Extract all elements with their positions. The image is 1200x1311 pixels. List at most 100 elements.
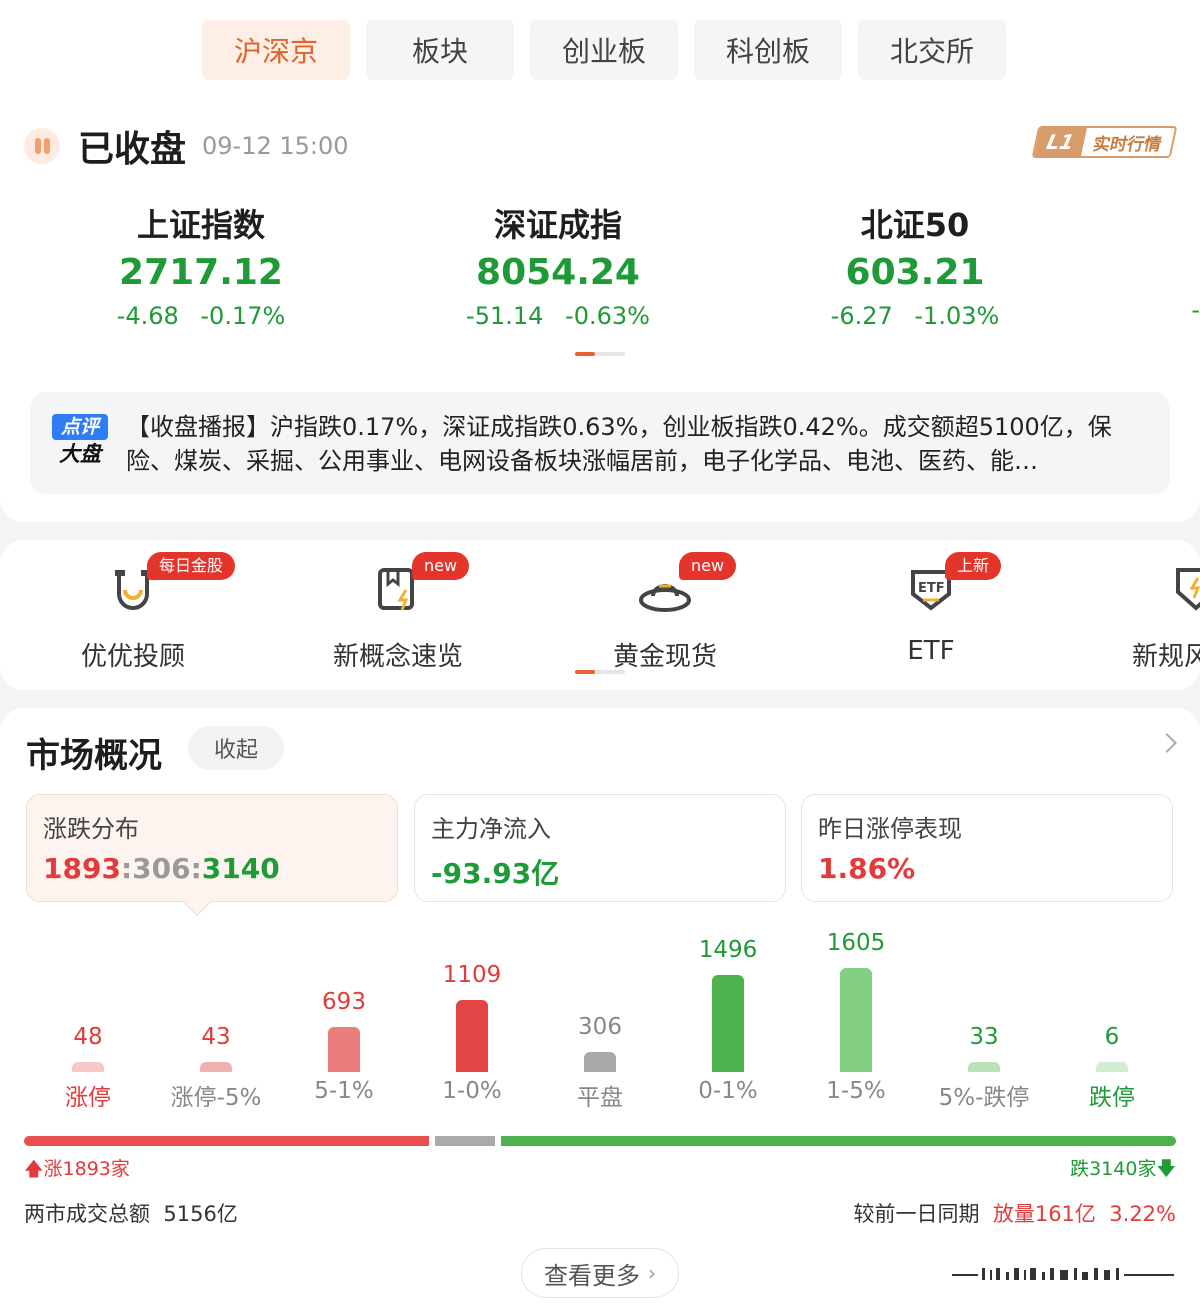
index-change: -4.68 -0.17% bbox=[116, 302, 286, 330]
index-change: -6.27 -1.03% bbox=[830, 302, 1000, 330]
chevron-right-icon[interactable] bbox=[1157, 733, 1177, 753]
commentary-logo: 点评 大盘 bbox=[52, 414, 108, 470]
collapse-button[interactable]: 收起 bbox=[188, 726, 284, 770]
market-commentary-box[interactable]: 点评 大盘 【收盘播报】沪指跌0.17%，深证成指跌0.63%，创业板指跌0.4… bbox=[30, 392, 1170, 494]
advance-decline-bar bbox=[24, 1136, 1176, 1146]
realtime-quote-badge[interactable]: L1 实时行情 bbox=[1031, 126, 1178, 158]
distribution-count: 33 bbox=[969, 1024, 999, 1050]
magnet-icon: 每日金股 bbox=[105, 552, 236, 616]
down-total-text: 跌3140家 bbox=[1070, 1158, 1157, 1180]
ratio-separator: : bbox=[190, 852, 202, 885]
shortcut-etf[interactable]: ETF 上新 ETF bbox=[831, 552, 1031, 666]
gold-ingot-icon: new bbox=[637, 552, 737, 616]
distribution-bar bbox=[456, 1000, 488, 1072]
bar-down-segment bbox=[501, 1136, 1176, 1146]
index-card-szse[interactable]: 深证成指 8054.24 -51.14 -0.63% bbox=[408, 200, 708, 336]
card-title: 主力净流入 bbox=[431, 815, 551, 843]
shortcut-label: 新概念速览 bbox=[332, 642, 463, 672]
up-count: 1893 bbox=[43, 852, 121, 885]
shortcut-new-rules-partial[interactable]: 新规风 bbox=[1132, 560, 1200, 673]
book-bolt-icon: new bbox=[370, 552, 470, 616]
index-card-sse[interactable]: 上证指数 2717.12 -4.68 -0.17% bbox=[51, 200, 351, 336]
distribution-count: 1496 bbox=[698, 937, 758, 963]
index-card-partial[interactable]: - bbox=[1191, 296, 1200, 324]
shortcut-gold-spot[interactable]: new 黄金现货 bbox=[565, 552, 765, 673]
distribution-label: 涨停-5% bbox=[170, 1085, 262, 1111]
shortcut-label: 黄金现货 bbox=[612, 642, 717, 672]
view-more-label: 查看更多 bbox=[544, 1261, 640, 1290]
market-tabs: 沪深京 板块 创业板 科创板 北交所 bbox=[202, 20, 1006, 80]
distribution-count: 693 bbox=[322, 989, 366, 1015]
distribution-bar bbox=[72, 1062, 104, 1072]
view-more-button[interactable]: 查看更多 › bbox=[521, 1248, 679, 1298]
arrow-down-icon: 🡇 bbox=[1156, 1158, 1176, 1180]
distribution-count: 48 bbox=[73, 1024, 103, 1050]
distribution-bar bbox=[328, 1027, 360, 1072]
distribution-label: 5-1% bbox=[314, 1078, 374, 1104]
distribution-count: 306 bbox=[578, 1014, 622, 1040]
tab-star-market[interactable]: 科创板 bbox=[694, 20, 842, 80]
card-limit-up-performance[interactable]: 昨日涨停表现 1.86% bbox=[801, 794, 1173, 902]
badge-new-listing: 上新 bbox=[945, 552, 1002, 580]
index-value: 603.21 bbox=[845, 252, 985, 293]
down-count: 3140 bbox=[201, 852, 280, 885]
distribution-bar bbox=[840, 968, 872, 1072]
shortcut-panel: 每日金股 优优投顾 new 新概念速览 new 黄金现货 ETF 上新 ETF … bbox=[0, 540, 1200, 690]
market-status: 已收盘 09-12 15:00 bbox=[24, 118, 349, 174]
limit-up-performance-value: 1.86% bbox=[818, 852, 916, 885]
tab-chinext[interactable]: 创业板 bbox=[530, 20, 678, 80]
svg-text:ETF: ETF bbox=[918, 581, 945, 596]
index-card-bse50[interactable]: 北证50 603.21 -6.27 -1.03% bbox=[765, 200, 1065, 336]
tab-bse[interactable]: 北交所 bbox=[858, 20, 1006, 80]
shortcut-new-concepts[interactable]: new 新概念速览 bbox=[298, 552, 498, 673]
index-name: 深证成指 bbox=[493, 206, 622, 244]
shortcut-label: ETF bbox=[907, 636, 955, 666]
card-advance-decline[interactable]: 涨跌分布 1893:306:3140 bbox=[26, 794, 398, 917]
etf-shield-icon: ETF 上新 bbox=[903, 552, 1002, 616]
bar-up-segment bbox=[24, 1136, 429, 1146]
shortcut-youyou-advisor[interactable]: 每日金股 优优投顾 bbox=[33, 552, 236, 673]
shield-bolt-icon bbox=[1168, 560, 1200, 616]
badge-new: new bbox=[679, 552, 737, 580]
volume-compare: 较前一日同期 放量161亿 3.22% bbox=[853, 1198, 1176, 1228]
tab-hushenjing[interactable]: 沪深京 bbox=[202, 20, 350, 80]
distribution-label: 涨停 bbox=[65, 1085, 111, 1111]
index-change: -51.14 -0.63% bbox=[466, 302, 650, 330]
commentary-text: 【收盘播报】沪指跌0.17%，深证成指跌0.63%，创业板指跌0.42%。成交额… bbox=[126, 413, 1112, 475]
compare-label: 较前一日同期 bbox=[853, 1202, 980, 1226]
arrow-up-icon: 🡅 bbox=[24, 1158, 44, 1180]
volume-label: 两市成交总额 bbox=[24, 1202, 150, 1226]
badge-new: new bbox=[412, 552, 470, 580]
index-value: 2717.12 bbox=[119, 252, 283, 293]
ratio-separator: : bbox=[120, 852, 133, 885]
section-title: 市场概况 bbox=[26, 736, 162, 776]
candlestick-icon bbox=[24, 128, 60, 164]
advance-decline-ratio: 1893:306:3140 bbox=[43, 852, 381, 885]
card-main-net-inflow[interactable]: 主力净流入 -93.93亿 bbox=[414, 794, 786, 902]
distribution-label: 平盘 bbox=[577, 1085, 623, 1111]
distribution-bar bbox=[584, 1052, 616, 1072]
tab-sector[interactable]: 板块 bbox=[366, 20, 514, 80]
shortcut-pager bbox=[575, 670, 625, 674]
logo-text-top: 点评 bbox=[52, 414, 108, 440]
bar-flat-segment bbox=[435, 1136, 495, 1146]
card-title: 涨跌分布 bbox=[43, 815, 139, 843]
index-name: 北证50 bbox=[860, 206, 970, 244]
distribution-count: 1109 bbox=[442, 962, 502, 988]
distribution-bar bbox=[712, 975, 744, 1072]
distribution-label: 0-1% bbox=[698, 1078, 758, 1104]
market-status-time: 09-12 15:00 bbox=[202, 132, 349, 160]
flat-count: 306 bbox=[132, 852, 191, 885]
realtime-label: 实时行情 bbox=[1091, 134, 1164, 155]
distribution-bar bbox=[200, 1062, 232, 1072]
barcode-watermark-icon bbox=[952, 1268, 1174, 1280]
distribution-label: 跌停 bbox=[1089, 1085, 1135, 1111]
index-value: 8054.24 bbox=[476, 252, 640, 293]
down-total: 跌3140家🡇 bbox=[1070, 1154, 1176, 1187]
chevron-right-icon: › bbox=[648, 1261, 656, 1285]
card-pointer bbox=[182, 887, 212, 917]
compare-pct: 3.22% bbox=[1109, 1202, 1176, 1226]
distribution-label: 1-0% bbox=[442, 1078, 502, 1104]
distribution-bar bbox=[968, 1062, 1000, 1072]
distribution-bar bbox=[1096, 1062, 1128, 1072]
